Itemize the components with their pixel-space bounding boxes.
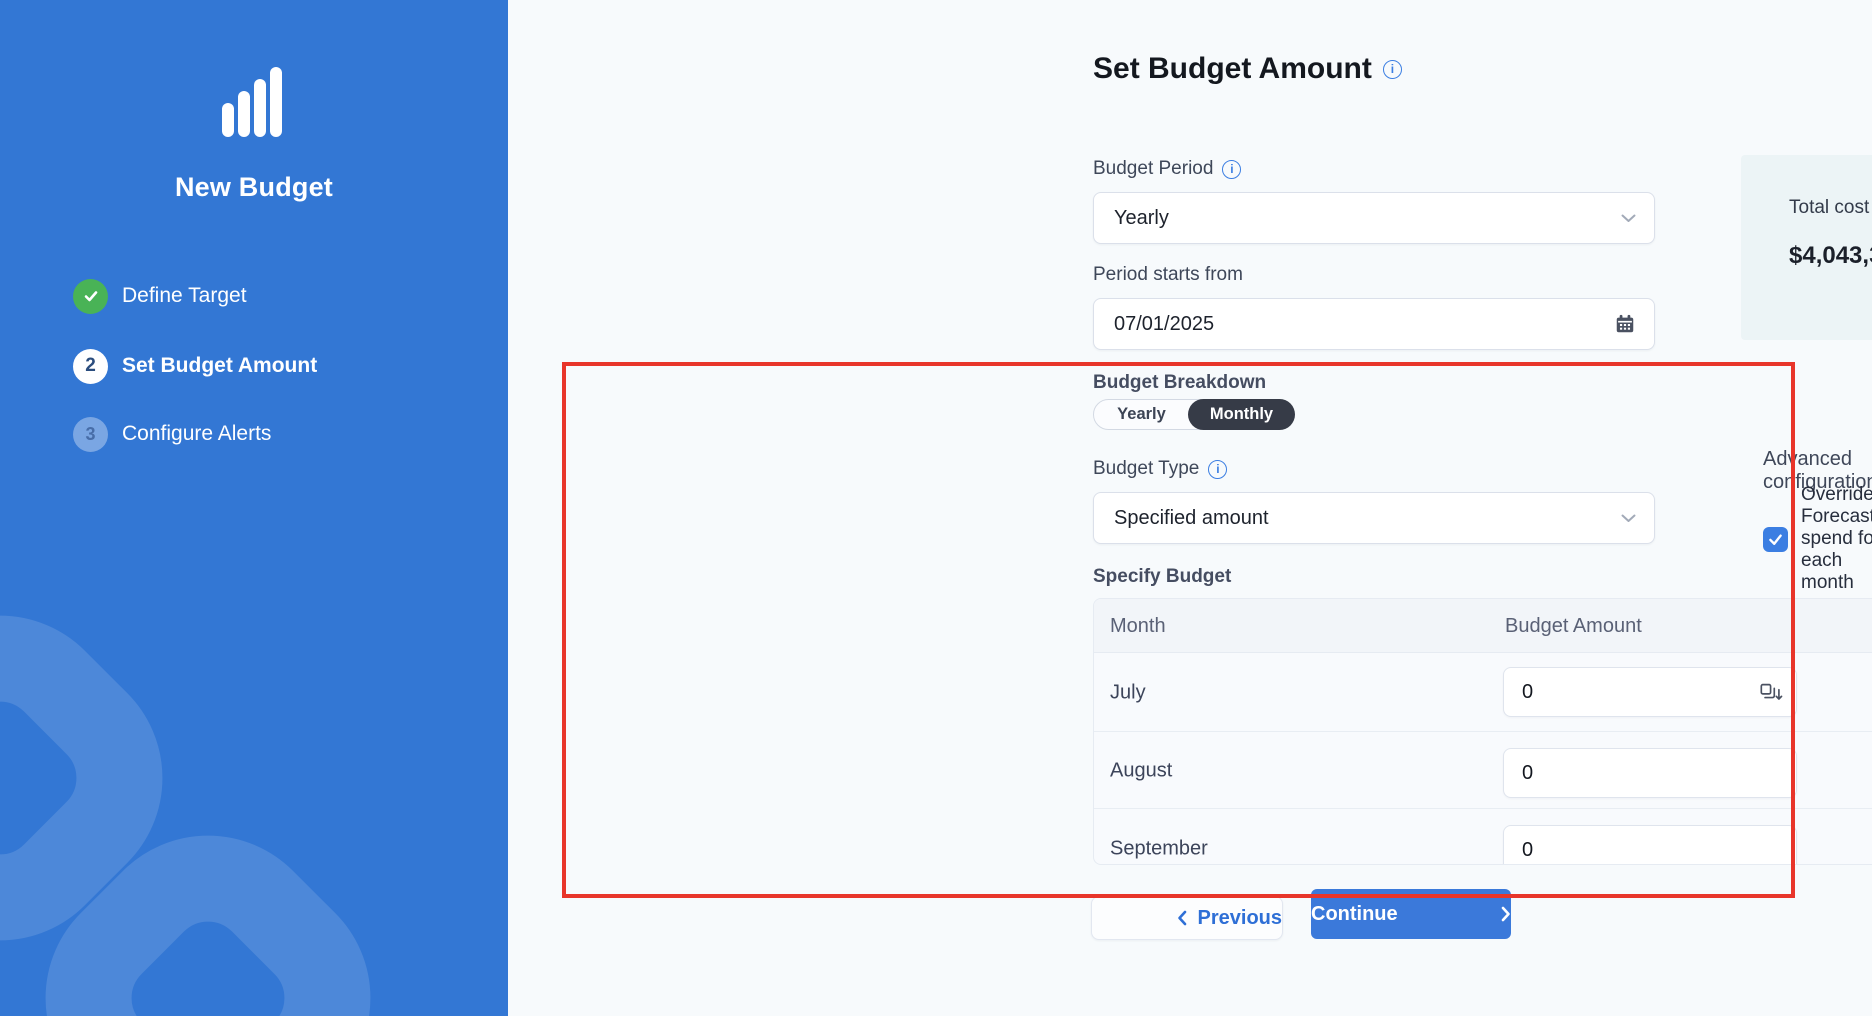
- budget-amount-input-september[interactable]: 0: [1503, 825, 1797, 865]
- step-label: Configure Alerts: [122, 422, 271, 446]
- budget-amount-input-august[interactable]: 0: [1503, 748, 1797, 798]
- summary-value: $4,043,382.49: [1789, 242, 1872, 270]
- selected-value: Yearly: [1114, 207, 1169, 230]
- chevron-right-icon: [1501, 906, 1511, 922]
- toggle-option-yearly[interactable]: Yearly: [1094, 400, 1189, 429]
- chevron-down-icon: [1621, 514, 1636, 523]
- date-value: 07/01/2025: [1114, 313, 1214, 336]
- step-number-badge: 2: [73, 349, 108, 384]
- specify-budget-label: Specify Budget: [1093, 566, 1231, 588]
- page-title: Set Budget Amount: [1093, 52, 1402, 86]
- previous-button[interactable]: Previous: [1091, 896, 1283, 940]
- main-panel: Set Budget Amount Budget Period Yearly P…: [508, 0, 1872, 1016]
- column-header-month: Month: [1110, 599, 1166, 653]
- breakdown-toggle: Yearly Monthly: [1093, 399, 1293, 430]
- total-cost-last-period: Total cost last period $4,043,382.49: [1789, 195, 1872, 270]
- info-icon[interactable]: [1383, 60, 1402, 79]
- budget-period-select[interactable]: Yearly: [1093, 192, 1655, 244]
- step-label: Set Budget Amount: [122, 354, 317, 378]
- budget-breakdown-label: Budget Breakdown: [1093, 372, 1266, 394]
- page-title-text: Set Budget Amount: [1093, 52, 1372, 86]
- row-divider: [1094, 731, 1872, 732]
- label-text: Budget Breakdown: [1093, 372, 1266, 394]
- button-label: Continue: [1311, 903, 1398, 926]
- period-start-date-input[interactable]: 07/01/2025: [1093, 298, 1655, 350]
- selected-value: Specified amount: [1114, 507, 1269, 530]
- input-value: 0: [1522, 839, 1533, 862]
- column-header-budget-amount: Budget Amount: [1505, 599, 1642, 653]
- summary-label: Total cost last period: [1789, 195, 1872, 220]
- input-value: 0: [1522, 762, 1533, 785]
- button-label: Previous: [1198, 907, 1282, 930]
- sidebar-item-define-target[interactable]: Define Target: [73, 278, 247, 314]
- bar-chart-icon: [222, 67, 286, 137]
- wizard-title: New Budget: [0, 172, 508, 203]
- chevron-left-icon: [1177, 910, 1187, 926]
- step-label: Define Target: [122, 284, 247, 308]
- continue-button[interactable]: Continue: [1311, 889, 1511, 939]
- budget-type-select[interactable]: Specified amount: [1093, 492, 1655, 544]
- period-starts-label: Period starts from: [1093, 264, 1243, 286]
- override-forecast-row: Override Forecasted spend for each month: [1763, 484, 1872, 594]
- budget-period-label: Budget Period: [1093, 158, 1241, 180]
- fill-down-icon[interactable]: [1759, 682, 1784, 703]
- label-text: Budget Period: [1093, 158, 1213, 180]
- info-icon[interactable]: [1208, 460, 1227, 479]
- label-text: Budget Type: [1093, 458, 1199, 480]
- step-done-check-icon: [73, 279, 108, 314]
- month-cell: July: [1110, 682, 1146, 705]
- new-budget-dialog: New Budget Define Target 2 Set Budget Am…: [0, 0, 1872, 1016]
- calendar-icon[interactable]: [1614, 313, 1636, 335]
- input-value: 0: [1522, 681, 1533, 704]
- budget-type-label: Budget Type: [1093, 458, 1227, 480]
- chevron-down-icon: [1621, 214, 1636, 223]
- month-cell: September: [1110, 838, 1208, 861]
- sidebar-item-configure-alerts[interactable]: 3 Configure Alerts: [73, 416, 271, 452]
- sidebar: New Budget Define Target 2 Set Budget Am…: [0, 0, 508, 1016]
- toggle-option-monthly[interactable]: Monthly: [1188, 399, 1295, 430]
- monthly-budget-table: Month Budget Amount Forecasted Spend Jul…: [1093, 598, 1872, 865]
- checkbox-label: Override Forecasted spend for each month: [1801, 484, 1872, 594]
- table-header-row: Month Budget Amount Forecasted Spend: [1094, 599, 1872, 653]
- label-text: Period starts from: [1093, 264, 1243, 286]
- row-divider: [1094, 808, 1872, 809]
- month-cell: August: [1110, 760, 1172, 783]
- label-text: Specify Budget: [1093, 566, 1231, 588]
- sidebar-item-set-budget-amount[interactable]: 2 Set Budget Amount: [73, 348, 317, 384]
- cost-summary-card: Total cost last period $4,043,382.49 Pro…: [1741, 155, 1872, 340]
- step-number-badge: 3: [73, 417, 108, 452]
- override-forecast-checkbox[interactable]: [1763, 527, 1788, 552]
- info-icon[interactable]: [1222, 160, 1241, 179]
- budget-amount-input-july[interactable]: 0: [1503, 667, 1797, 717]
